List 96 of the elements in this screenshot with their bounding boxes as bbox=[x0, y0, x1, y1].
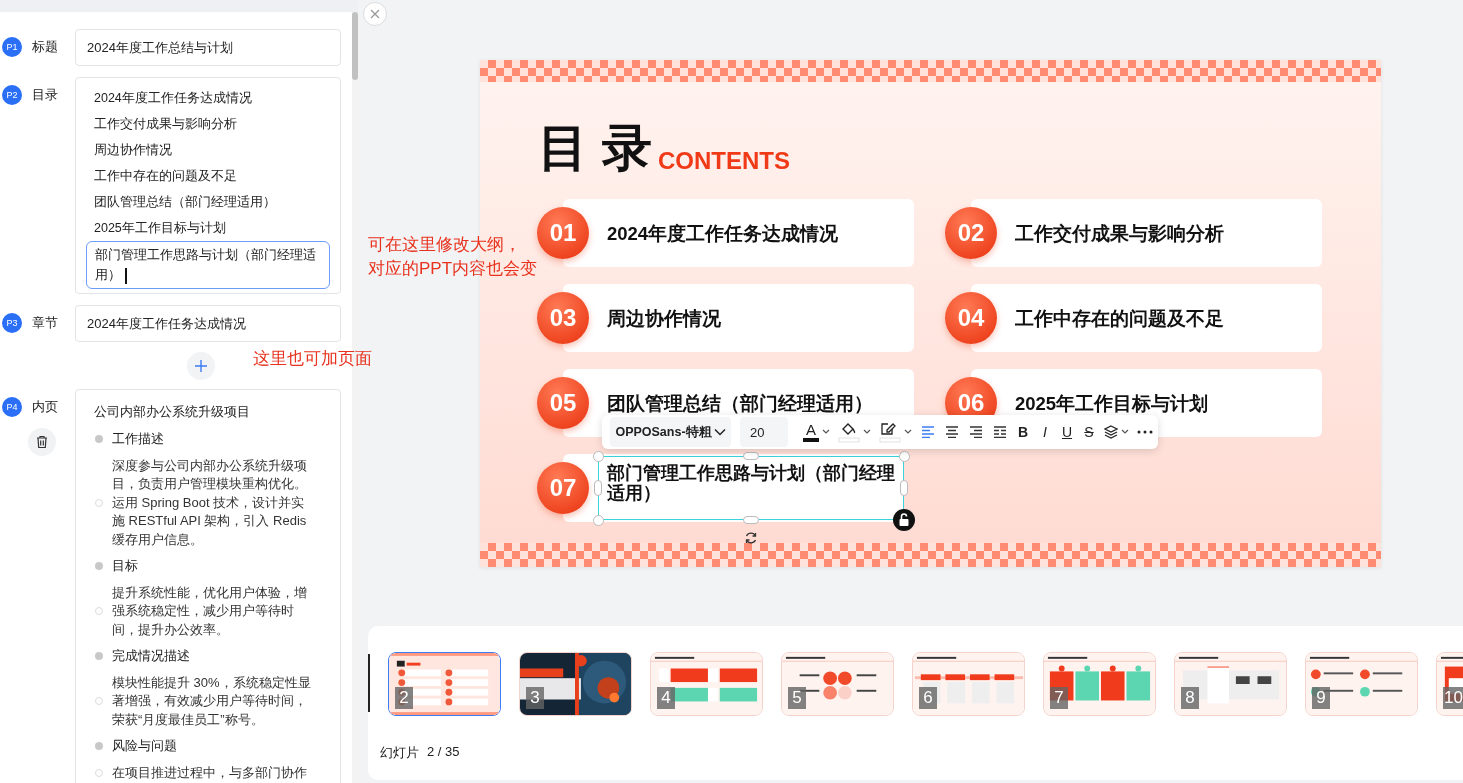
bullet-heading: 完成情况描述 bbox=[112, 647, 190, 665]
paint-bucket-icon bbox=[838, 421, 860, 443]
resize-handle[interactable] bbox=[743, 452, 759, 460]
trash-icon bbox=[35, 435, 49, 449]
section-label: 标题 bbox=[32, 38, 58, 56]
item-title[interactable]: 工作中存在的问题及不足 bbox=[1015, 305, 1224, 331]
slide-thumbnail[interactable]: 9 bbox=[1305, 652, 1418, 716]
slide-thumbnail[interactable]: 4 bbox=[650, 652, 763, 716]
outline-item[interactable]: 团队管理总结（部门经理适用） bbox=[86, 189, 330, 215]
more-icon bbox=[1137, 430, 1153, 434]
number-circle: 04 bbox=[945, 292, 997, 344]
counter-label: 幻灯片 bbox=[380, 744, 419, 762]
underline-button[interactable]: U bbox=[1057, 418, 1077, 446]
caret-icon bbox=[904, 429, 912, 435]
resize-handle[interactable] bbox=[592, 450, 604, 462]
outline-item[interactable]: 工作中存在的问题及不足 bbox=[86, 163, 330, 189]
bullet-text: 提升系统性能，优化用户体验，增强系统稳定性，减少用户等待时间，提升办公效率。 bbox=[112, 583, 308, 639]
annotation-text: 这里也可加页面 bbox=[253, 348, 372, 370]
bullet-heading: 目标 bbox=[112, 557, 138, 575]
align-left-icon bbox=[921, 426, 935, 438]
outline-item[interactable]: 部门管理工作思路与计划（部门经理适用） bbox=[86, 241, 330, 289]
slide-thumbnail[interactable]: 10 bbox=[1436, 652, 1463, 716]
outline-item[interactable]: 周边协作情况 bbox=[86, 137, 330, 163]
slide-title: 目 录 bbox=[538, 119, 652, 178]
align-justify-icon bbox=[993, 426, 1007, 438]
annotation-text: 对应的PPT内容也会变 bbox=[368, 258, 538, 280]
bullet-heading: 风险与问题 bbox=[112, 737, 177, 755]
resize-handle[interactable] bbox=[900, 480, 908, 496]
add-page-button[interactable] bbox=[187, 352, 215, 380]
caret-icon bbox=[822, 429, 830, 435]
item-title[interactable]: 2025年工作目标与计划 bbox=[1015, 390, 1209, 416]
slide-subtitle: CONTENTS bbox=[657, 146, 790, 176]
slide-counter: 2 / 35 bbox=[427, 744, 460, 761]
bullet-dot bbox=[95, 562, 103, 571]
section-label: 内页 bbox=[32, 398, 58, 416]
text-field[interactable]: 2024年度工作总结与计划 bbox=[75, 29, 341, 66]
rotate-icon[interactable] bbox=[744, 531, 758, 545]
item-title[interactable]: 团队管理总结（部门经理适用） bbox=[607, 390, 873, 416]
number-circle: 03 bbox=[537, 292, 589, 344]
annotation-text: 可在这里修改大纲， bbox=[368, 234, 522, 256]
resize-handle[interactable] bbox=[594, 480, 602, 496]
outline-item[interactable]: 工作交付成果与影响分析 bbox=[86, 111, 330, 137]
layers-icon bbox=[1104, 425, 1118, 439]
content-title: 公司内部办公系统升级项目 bbox=[94, 403, 251, 421]
bullet-dot bbox=[95, 742, 103, 751]
content-editor[interactable] bbox=[75, 389, 341, 783]
resize-handle[interactable] bbox=[743, 516, 759, 524]
page-badge: P2 bbox=[2, 85, 22, 105]
scrollbar-thumb[interactable] bbox=[352, 12, 358, 80]
align-center-icon bbox=[945, 426, 959, 438]
lock-icon[interactable] bbox=[893, 509, 915, 531]
text-color-button[interactable]: A bbox=[800, 418, 833, 446]
slide-thumbnail[interactable]: 3 bbox=[519, 652, 632, 716]
font-select[interactable]: OPPOSans-特粗 bbox=[610, 417, 731, 447]
align-right-icon bbox=[969, 426, 983, 438]
bullet-text: 在项目推进过程中，与多部门协作 bbox=[112, 763, 308, 782]
strike-button[interactable]: S bbox=[1079, 418, 1099, 446]
number-circle: 02 bbox=[945, 207, 997, 259]
slide-thumbnail[interactable]: 6 bbox=[912, 652, 1025, 716]
section-label: 章节 bbox=[32, 314, 58, 332]
resize-handle[interactable] bbox=[592, 514, 604, 526]
number-circle: 05 bbox=[537, 377, 589, 429]
page-badge: P4 bbox=[2, 397, 22, 417]
number-circle: 01 bbox=[537, 207, 589, 259]
chevron-down-icon bbox=[713, 428, 726, 436]
font-size-field[interactable]: 20 bbox=[740, 417, 788, 447]
page-badge: P1 bbox=[2, 37, 22, 57]
resize-handle[interactable] bbox=[898, 450, 910, 462]
slide-thumbnail[interactable]: 5 bbox=[781, 652, 894, 716]
bullet-text: 模块性能提升 30%，系统稳定性显著增强，有效减少用户等待时间，荣获“月度最佳员工”称号。 bbox=[112, 673, 312, 729]
close-button[interactable] bbox=[363, 2, 387, 26]
number-circle: 07 bbox=[537, 462, 589, 514]
bold-button[interactable]: B bbox=[1013, 418, 1033, 446]
close-icon bbox=[370, 9, 380, 19]
italic-button[interactable]: I bbox=[1035, 418, 1055, 446]
item-title[interactable]: 工作交付成果与影响分析 bbox=[1015, 220, 1224, 246]
slide-thumbnail[interactable]: 7 bbox=[1043, 652, 1156, 716]
item-title[interactable]: 部门管理工作思路与计划（部门经理适用） bbox=[607, 463, 895, 503]
caret-icon bbox=[1121, 429, 1129, 435]
pen-square-icon bbox=[879, 421, 901, 443]
item-title[interactable]: 2024年度工作任务达成情况 bbox=[607, 220, 839, 246]
outline-item[interactable]: 2025年工作目标与计划 bbox=[86, 215, 330, 241]
slide-thumbnail[interactable]: 8 bbox=[1174, 652, 1287, 716]
slide-thumbnail[interactable]: 2 bbox=[388, 652, 501, 716]
bullet-dot bbox=[95, 435, 103, 444]
outline-item[interactable]: 2024年度工作任务达成情况 bbox=[86, 85, 330, 111]
item-title[interactable]: 周边协作情况 bbox=[607, 305, 721, 331]
bullet-heading: 工作描述 bbox=[112, 430, 164, 448]
bullet-dot bbox=[95, 652, 103, 661]
page-badge: P3 bbox=[2, 313, 22, 333]
section-label: 目录 bbox=[32, 86, 58, 104]
plus-icon bbox=[194, 359, 208, 373]
bullet-text: 深度参与公司内部办公系统升级项目，负责用户管理模块重构优化。运用 Spring Boot 技术，设计并实施 RESTful API 架构，引入 Redis 缓存用户信息。 bbox=[112, 456, 308, 549]
caret-icon bbox=[863, 429, 871, 435]
text-field[interactable]: 2024年度工作任务达成情况 bbox=[75, 305, 341, 342]
delete-button[interactable] bbox=[28, 428, 56, 456]
